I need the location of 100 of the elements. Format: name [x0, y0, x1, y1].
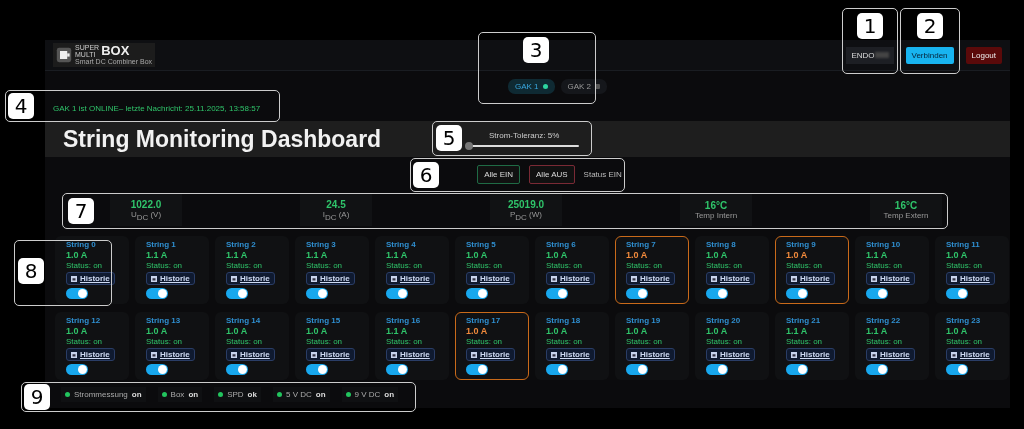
history-button[interactable]: Historie [306, 348, 355, 361]
chart-icon [471, 351, 477, 358]
toggle-switch[interactable] [946, 364, 968, 375]
history-button[interactable]: Historie [866, 348, 915, 361]
string-current: 1.0 A [226, 326, 248, 337]
chart-icon [631, 275, 637, 282]
history-button[interactable]: Historie [946, 272, 995, 285]
all-on-button[interactable]: Alle EIN [477, 165, 521, 184]
toggle-switch[interactable] [546, 288, 568, 299]
history-button[interactable]: Historie [546, 348, 595, 361]
string-current: 1.0 A [546, 250, 568, 261]
string-status: Status: on [946, 261, 983, 271]
toggle-switch[interactable] [66, 288, 88, 299]
status-value: on [384, 390, 395, 399]
string-current: 1.0 A [786, 250, 808, 261]
status-text: Status EIN [583, 170, 622, 179]
string-name: String 5 [466, 240, 496, 250]
toggle-switch[interactable] [466, 288, 488, 299]
string-current: 1.0 A [66, 250, 88, 261]
toggle-switch[interactable] [786, 364, 808, 375]
connect-button[interactable]: Verbinden [905, 46, 954, 64]
string-current: 1.0 A [946, 250, 968, 261]
device-field[interactable]: ENDO [846, 46, 894, 64]
metric-label: Temp Intern [694, 211, 738, 220]
history-button[interactable]: Historie [226, 272, 275, 285]
metric-value: 24.5 [326, 198, 346, 210]
history-button[interactable]: Historie [786, 272, 835, 285]
history-button[interactable]: Historie [866, 272, 915, 285]
string-name: String 13 [146, 316, 181, 326]
toggle-switch[interactable] [146, 364, 168, 375]
string-current: 1.0 A [546, 326, 568, 337]
logout-button[interactable]: Logout [965, 46, 1002, 64]
string-name: String 17 [466, 316, 501, 326]
history-button[interactable]: Historie [706, 348, 755, 361]
chart-icon [951, 275, 957, 282]
string-current: 1.0 A [66, 326, 88, 337]
string-current: 1.0 A [466, 326, 488, 337]
chart-icon [791, 275, 797, 282]
history-button[interactable]: Historie [626, 348, 675, 361]
history-button[interactable]: Historie [466, 272, 515, 285]
tab[interactable]: GAK 2 [560, 79, 608, 94]
chart-icon [311, 275, 317, 282]
toggle-switch[interactable] [866, 364, 888, 375]
status-value: on [131, 390, 142, 399]
tab[interactable]: GAK 1 [507, 79, 555, 94]
history-button[interactable]: Historie [946, 348, 995, 361]
history-button[interactable]: Historie [546, 272, 595, 285]
string-current: 1.1 A [226, 250, 248, 261]
history-button[interactable]: Historie [146, 272, 195, 285]
metric-value: 1022.0 [130, 198, 162, 210]
string-current: 1.1 A [146, 250, 168, 261]
string-name: String 16 [386, 316, 421, 326]
toggle-switch[interactable] [306, 288, 328, 299]
toggle-switch[interactable] [706, 364, 728, 375]
toggle-switch[interactable] [786, 288, 808, 299]
chart-icon [391, 275, 397, 282]
status-message: GAK 1 ist ONLINE– letzte Nachricht: 25.11.2025, 13:58:57 [53, 104, 262, 115]
history-button[interactable]: Historie [466, 348, 515, 361]
history-button[interactable]: Historie [66, 272, 115, 285]
chart-icon [231, 351, 237, 358]
history-button[interactable]: Historie [386, 272, 435, 285]
toggle-switch[interactable] [226, 364, 248, 375]
string-status: Status: on [226, 337, 263, 347]
toggle-switch[interactable] [226, 288, 248, 299]
string-status: Status: on [306, 337, 343, 347]
all-off-button[interactable]: Alle AUS [529, 165, 575, 184]
toggle-switch[interactable] [386, 288, 408, 299]
toggle-switch[interactable] [626, 288, 648, 299]
toggle-switch[interactable] [706, 288, 728, 299]
toggle-switch[interactable] [946, 288, 968, 299]
chart-icon [551, 351, 557, 358]
string-current: 1.1 A [866, 250, 888, 261]
history-button[interactable]: Historie [386, 348, 435, 361]
history-button[interactable]: Historie [786, 348, 835, 361]
callout-number: 6 [413, 162, 439, 188]
string-status: Status: on [866, 261, 903, 271]
string-name: String 18 [546, 316, 581, 326]
string-status: Status: on [706, 337, 743, 347]
toggle-switch[interactable] [146, 288, 168, 299]
history-button[interactable]: Historie [706, 272, 755, 285]
history-button[interactable]: Historie [226, 348, 275, 361]
history-button[interactable]: Historie [66, 348, 115, 361]
string-name: String 23 [946, 316, 981, 326]
history-button[interactable]: Historie [146, 348, 195, 361]
string-status: Status: on [466, 261, 503, 271]
toggle-switch[interactable] [66, 364, 88, 375]
string-name: String 22 [866, 316, 901, 326]
string-current: 1.0 A [466, 250, 488, 261]
toggle-switch[interactable] [546, 364, 568, 375]
string-name: String 12 [66, 316, 101, 326]
string-status: Status: on [946, 337, 983, 347]
history-button[interactable]: Historie [306, 272, 355, 285]
toggle-switch[interactable] [866, 288, 888, 299]
toggle-switch[interactable] [306, 364, 328, 375]
history-button[interactable]: Historie [626, 272, 675, 285]
toggle-switch[interactable] [626, 364, 648, 375]
toggle-switch[interactable] [386, 364, 408, 375]
chart-icon [711, 275, 717, 282]
string-status: Status: on [226, 261, 263, 271]
toggle-switch[interactable] [466, 364, 488, 375]
